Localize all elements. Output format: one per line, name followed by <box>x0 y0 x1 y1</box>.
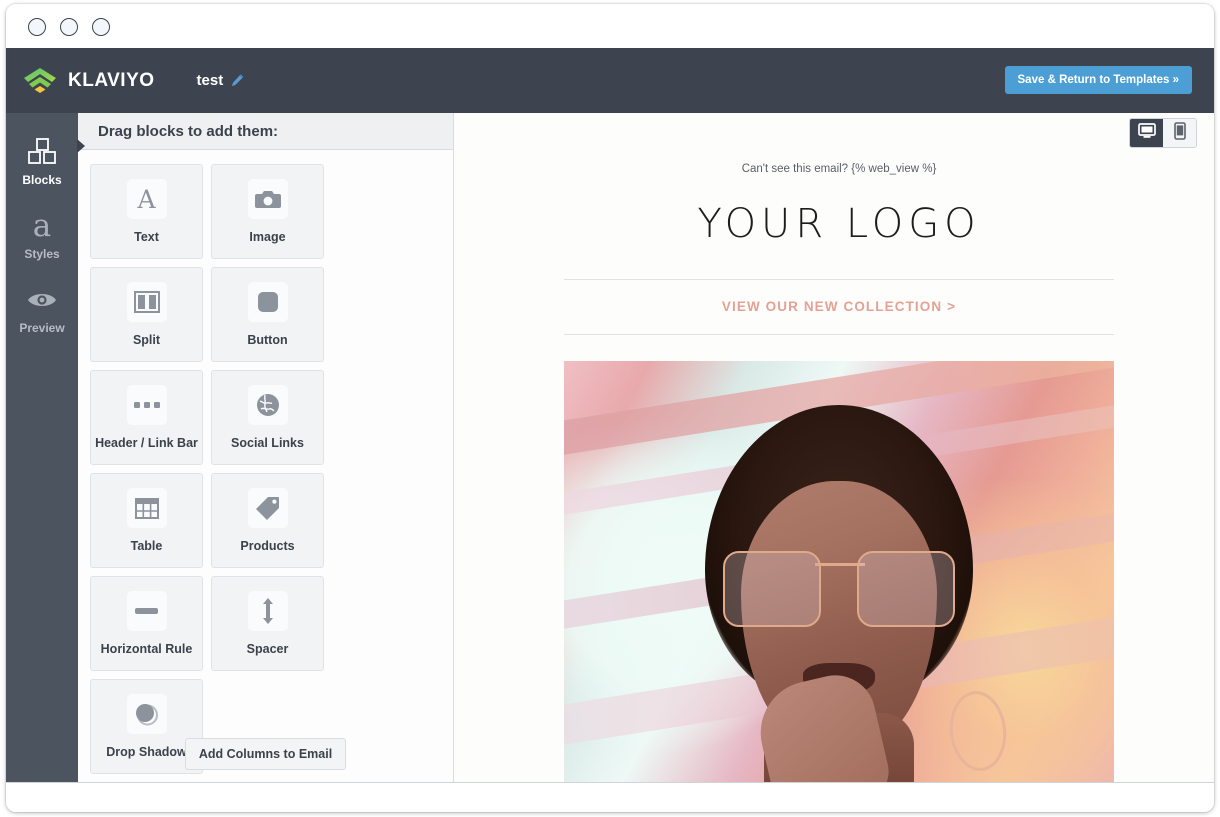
block-tile-header-link-bar[interactable]: Header / Link Bar <box>90 370 203 465</box>
sidebar-item-blocks-label: Blocks <box>22 173 62 187</box>
price-tag-icon <box>247 488 288 528</box>
panel-pointer-icon <box>77 139 85 153</box>
close-window-button[interactable] <box>28 18 46 36</box>
email-logo-text[interactable]: YOUR LOGO <box>564 175 1114 279</box>
block-tile-header-link-bar-label: Header / Link Bar <box>95 436 198 450</box>
maximize-window-button[interactable] <box>92 18 110 36</box>
window-controls <box>28 18 110 36</box>
table-grid-icon <box>126 488 167 528</box>
blocks-icon <box>27 135 57 169</box>
add-columns-container: Add Columns to Email <box>78 738 453 770</box>
rounded-square-icon <box>247 282 288 322</box>
blocks-panel: Drag blocks to add them: A Text Image Sp… <box>77 113 454 782</box>
blocks-grid: A Text Image Split Button Header / Link … <box>78 150 453 778</box>
camera-icon <box>247 179 288 219</box>
window-footer <box>6 782 1214 812</box>
block-tile-text[interactable]: A Text <box>90 164 203 259</box>
blocks-panel-title: Drag blocks to add them: <box>98 122 279 140</box>
up-down-arrow-icon <box>247 591 288 631</box>
block-tile-products-label: Products <box>240 539 295 553</box>
block-tile-table[interactable]: Table <box>90 473 203 568</box>
template-name[interactable]: test <box>197 72 246 89</box>
block-tile-social-links[interactable]: Social Links <box>211 370 324 465</box>
block-tile-horizontal-rule[interactable]: Horizontal Rule <box>90 576 203 671</box>
block-tile-split[interactable]: Split <box>90 267 203 362</box>
desktop-view-button[interactable] <box>1130 119 1163 147</box>
circle-shadow-icon <box>126 694 167 734</box>
block-tile-spacer-label: Spacer <box>246 642 289 656</box>
brand: KLAVIYO <box>22 67 155 95</box>
split-columns-icon <box>126 282 167 322</box>
block-tile-button-label: Button <box>247 333 288 347</box>
sidebar-item-blocks[interactable]: Blocks <box>6 113 78 187</box>
block-tile-split-label: Split <box>132 333 161 347</box>
add-columns-to-email-button[interactable]: Add Columns to Email <box>184 738 347 770</box>
block-tile-text-label: Text <box>134 230 159 244</box>
sidebar-item-styles-label: Styles <box>24 247 60 261</box>
minimize-window-button[interactable] <box>60 18 78 36</box>
horizontal-bar-icon <box>126 591 167 631</box>
three-dots-icon <box>126 385 167 425</box>
letter-a-icon: a <box>32 208 52 244</box>
monitor-icon <box>1137 122 1156 144</box>
block-tile-spacer[interactable]: Spacer <box>211 576 324 671</box>
phone-icon <box>1173 121 1186 145</box>
window-titlebar <box>6 4 1214 48</box>
template-name-label: test <box>196 72 224 89</box>
klaviyo-logo-icon <box>22 67 60 95</box>
glasses-right-lens <box>857 551 955 627</box>
globe-icon <box>247 385 288 425</box>
mobile-view-button[interactable] <box>1163 119 1196 147</box>
left-rail: Blocks a Styles Preview <box>6 113 78 782</box>
block-tile-image-label: Image <box>249 230 286 244</box>
brand-name: KLAVIYO <box>68 69 155 91</box>
divider-bottom <box>564 334 1114 335</box>
pencil-icon[interactable] <box>230 73 245 88</box>
text-a-icon: A <box>126 179 167 219</box>
email-canvas: Can't see this email? {% web_view %} YOU… <box>564 113 1114 794</box>
block-tile-products[interactable]: Products <box>211 473 324 568</box>
browser-window: KLAVIYO test Save & Return to Templates … <box>6 4 1214 812</box>
sidebar-item-preview-label: Preview <box>19 321 65 335</box>
eye-icon <box>27 283 57 317</box>
sidebar-item-preview[interactable]: Preview <box>6 261 78 335</box>
block-tile-social-links-label: Social Links <box>231 436 304 450</box>
email-nav-link[interactable]: VIEW OUR NEW COLLECTION > <box>564 280 1114 334</box>
app-header: KLAVIYO test Save & Return to Templates … <box>6 48 1214 113</box>
sidebar-item-styles[interactable]: a Styles <box>6 187 78 262</box>
device-toggle <box>1129 118 1197 148</box>
block-tile-table-label: Table <box>130 539 163 553</box>
save-and-return-button[interactable]: Save & Return to Templates » <box>1004 66 1192 94</box>
email-preview-stage: Can't see this email? {% web_view %} YOU… <box>454 113 1214 794</box>
email-preheader[interactable]: Can't see this email? {% web_view %} <box>564 113 1114 175</box>
block-tile-button[interactable]: Button <box>211 267 324 362</box>
email-hero-image[interactable] <box>564 361 1114 794</box>
blocks-panel-header: Drag blocks to add them: <box>77 113 453 153</box>
block-tile-image[interactable]: Image <box>211 164 324 259</box>
glasses-left-lens <box>723 551 821 627</box>
portrait-glasses <box>723 551 955 629</box>
block-tile-horizontal-rule-label: Horizontal Rule <box>100 642 193 656</box>
